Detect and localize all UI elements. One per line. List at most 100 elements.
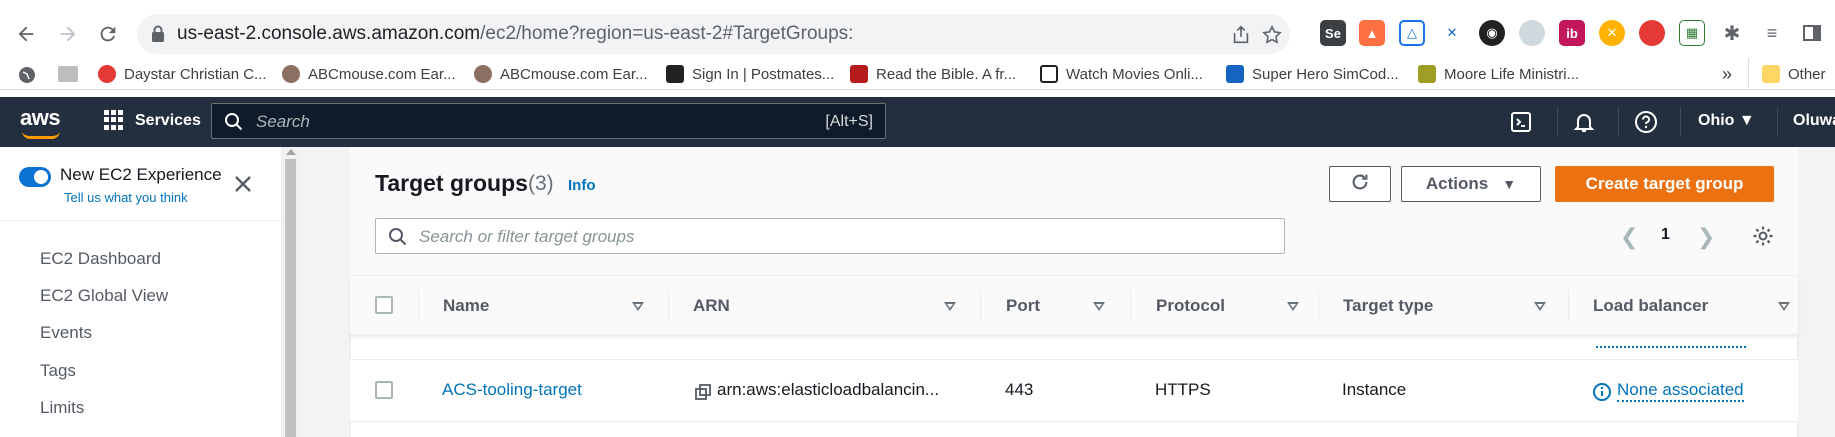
url-text: us-east-2.console.aws.amazon.com/ec2/hom… bbox=[177, 23, 854, 44]
nav-item-events[interactable]: Events bbox=[40, 323, 92, 343]
previous-page-icon[interactable]: ❮ bbox=[1620, 224, 1638, 250]
copy-icon[interactable] bbox=[695, 384, 711, 405]
feedback-link[interactable]: Tell us what you think bbox=[64, 190, 188, 205]
bookmark-item[interactable]: ABCmouse.com Ear... bbox=[282, 63, 456, 85]
arn-value: arn:aws:elasticloadbalancin... bbox=[717, 380, 940, 399]
globe-icon[interactable] bbox=[18, 66, 36, 89]
sort-icon[interactable] bbox=[632, 302, 644, 311]
search-icon bbox=[224, 112, 244, 137]
current-page[interactable]: 1 bbox=[1661, 226, 1670, 244]
new-experience-label: New EC2 Experience bbox=[60, 165, 222, 184]
other-bookmarks[interactable]: Other bbox=[1762, 63, 1826, 85]
selenium-extension-icon[interactable]: Se bbox=[1320, 20, 1346, 46]
apps-icon[interactable] bbox=[58, 66, 78, 82]
nav-item-limits[interactable]: Limits bbox=[40, 398, 84, 418]
forward-icon[interactable] bbox=[52, 18, 84, 50]
reload-icon[interactable] bbox=[92, 18, 124, 50]
select-all-checkbox[interactable] bbox=[375, 296, 393, 314]
compass-extension-icon[interactable]: ✕ bbox=[1439, 20, 1465, 46]
puzzle-icon[interactable]: ✱ bbox=[1719, 20, 1745, 46]
nav-item-ec2-global-view[interactable]: EC2 Global View bbox=[40, 286, 168, 306]
refresh-icon bbox=[1349, 171, 1371, 198]
nav-scrollbar[interactable] bbox=[282, 147, 299, 437]
services-menu[interactable]: Services bbox=[135, 112, 201, 130]
bookmark-item[interactable]: Sign In | Postmates... bbox=[666, 63, 834, 85]
load-balancer-link[interactable] bbox=[1596, 346, 1746, 348]
bookmark-item[interactable]: Read the Bible. A fr... bbox=[850, 63, 1016, 85]
sidepanel-icon[interactable] bbox=[1799, 20, 1825, 46]
column-header-load-balancer[interactable]: Load balancer bbox=[1593, 296, 1708, 316]
ib-extension-icon[interactable]: ib bbox=[1559, 20, 1585, 46]
bookmarks-bar: Daystar Christian C... ABCmouse.com Ear.… bbox=[0, 58, 1835, 90]
bookmark-item[interactable]: Super Hero SimCod... bbox=[1226, 63, 1399, 85]
refresh-button[interactable] bbox=[1329, 166, 1391, 202]
back-icon[interactable] bbox=[10, 18, 42, 50]
aws-smile-icon bbox=[22, 131, 60, 139]
nav-item-ec2-dashboard[interactable]: EC2 Dashboard bbox=[40, 249, 161, 269]
bookmarks-overflow[interactable]: » bbox=[1722, 63, 1732, 85]
sort-icon[interactable] bbox=[1534, 302, 1546, 311]
lighthouse-extension-icon[interactable]: ▲ bbox=[1359, 20, 1385, 46]
red-extension-icon[interactable] bbox=[1639, 20, 1665, 46]
column-header-target-type[interactable]: Target type bbox=[1343, 296, 1433, 316]
help-icon[interactable] bbox=[1634, 110, 1658, 134]
aws-logo[interactable]: aws bbox=[20, 105, 61, 131]
sort-icon[interactable] bbox=[944, 302, 956, 311]
new-experience-toggle[interactable] bbox=[19, 167, 51, 187]
cloudshell-icon[interactable] bbox=[1509, 110, 1533, 134]
share-icon[interactable] bbox=[1230, 24, 1252, 46]
services-grid-icon[interactable] bbox=[104, 110, 124, 130]
header-divider bbox=[1618, 107, 1619, 137]
sort-icon[interactable] bbox=[1093, 302, 1105, 311]
sort-icon[interactable] bbox=[1778, 302, 1790, 311]
scrollbar-thumb[interactable] bbox=[285, 159, 296, 437]
sort-icon[interactable] bbox=[1287, 302, 1299, 311]
column-header-name[interactable]: Name bbox=[443, 296, 489, 316]
column-divider bbox=[1568, 290, 1569, 322]
aws-search-input[interactable]: Search [Alt+S] bbox=[211, 103, 886, 139]
column-divider bbox=[418, 290, 419, 322]
nav-item-tags[interactable]: Tags bbox=[40, 361, 76, 381]
circle-extension-icon[interactable]: ◉ bbox=[1479, 20, 1505, 46]
folder-icon bbox=[1762, 65, 1780, 83]
row-checkbox[interactable] bbox=[375, 381, 393, 399]
column-header-protocol[interactable]: Protocol bbox=[1156, 296, 1225, 316]
column-header-arn[interactable]: ARN bbox=[693, 296, 730, 316]
honey-extension-icon[interactable]: ✕ bbox=[1599, 20, 1625, 46]
column-header-port[interactable]: Port bbox=[1006, 296, 1040, 316]
next-page-icon[interactable]: ❯ bbox=[1697, 224, 1715, 250]
header-divider bbox=[1557, 107, 1558, 137]
table-row[interactable]: ACS-tooling-target arn:aws:elasticloadba… bbox=[350, 360, 1798, 422]
reading-list-icon[interactable]: ≡ bbox=[1759, 20, 1785, 46]
gear-icon[interactable] bbox=[1751, 224, 1775, 248]
tv-icon bbox=[1040, 65, 1058, 83]
triangle-extension-icon[interactable]: △ bbox=[1399, 20, 1425, 46]
filter-input[interactable]: Search or filter target groups bbox=[375, 218, 1285, 254]
region-selector[interactable]: Ohio ▼ bbox=[1698, 112, 1755, 130]
elephant-extension-icon[interactable] bbox=[1519, 20, 1545, 46]
close-icon[interactable] bbox=[232, 173, 254, 195]
bookmark-item[interactable]: ABCmouse.com Ear... bbox=[474, 63, 648, 85]
bookmark-item[interactable]: Daystar Christian C... bbox=[98, 63, 267, 85]
info-link[interactable]: Info bbox=[568, 177, 596, 194]
bookmark-item[interactable]: Moore Life Ministri... bbox=[1418, 63, 1579, 85]
target-group-name-link[interactable]: ACS-tooling-target bbox=[442, 380, 582, 400]
filter-placeholder: Search or filter target groups bbox=[419, 227, 635, 246]
actions-button[interactable]: Actions ▼ bbox=[1401, 166, 1541, 202]
account-menu[interactable]: Oluwa bbox=[1793, 112, 1835, 130]
sheet-extension-icon[interactable]: ▦ bbox=[1679, 20, 1705, 46]
star-icon[interactable] bbox=[1261, 24, 1283, 46]
search-placeholder: Search bbox=[256, 112, 310, 131]
mouse-icon bbox=[474, 65, 492, 83]
load-balancer-link[interactable]: None associated bbox=[1617, 380, 1744, 402]
aws-console-header: aws Services Search [Alt+S] Ohio ▼ Oluwa bbox=[0, 97, 1835, 147]
header-divider bbox=[1777, 107, 1778, 137]
bell-icon[interactable] bbox=[1572, 110, 1596, 134]
bookmark-item[interactable]: Watch Movies Onli... bbox=[1040, 63, 1203, 85]
target-type-value: Instance bbox=[1342, 380, 1407, 399]
address-bar[interactable]: us-east-2.console.aws.amazon.com/ec2/hom… bbox=[137, 14, 1290, 54]
scroll-up-icon[interactable] bbox=[286, 149, 296, 155]
caret-down-icon: ▼ bbox=[1502, 176, 1517, 192]
postmates-icon bbox=[666, 65, 684, 83]
create-target-group-button[interactable]: Create target group bbox=[1555, 166, 1774, 202]
